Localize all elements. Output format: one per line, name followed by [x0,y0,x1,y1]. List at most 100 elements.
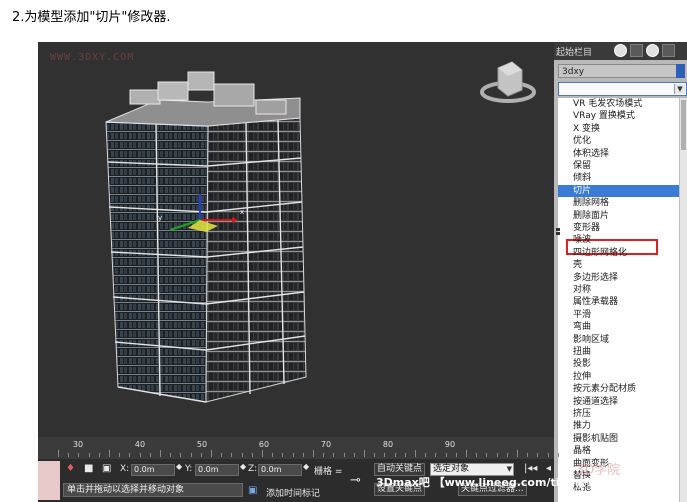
spinner-icon[interactable]: ◆ [303,462,309,471]
object-name-field[interactable]: 3dxy [558,64,680,78]
selected-object-value: 选定对象 [433,464,470,474]
timeline-tick-label: 60 [258,440,270,449]
modify-tab-icon[interactable] [614,44,627,57]
modifier-list-item[interactable]: 弯曲 [558,321,679,333]
roof-block-1 [129,89,161,105]
timeline-tick [394,453,396,457]
timeline-tick [272,453,274,457]
modifier-list-item[interactable]: 拉伸 [558,371,679,383]
timeline-tick [547,453,549,457]
modifier-list-item[interactable]: 属性承载器 [558,296,679,308]
grid-label: 栅格 = [314,467,343,477]
lock-icon[interactable]: ■ [84,463,93,474]
timeline-tick [98,453,100,457]
chevron-down-icon[interactable]: ▼ [674,84,685,94]
hierarchy-tab-icon[interactable] [630,44,643,57]
modlist-scroll-thumb[interactable] [681,100,686,150]
timeline-tick [292,453,294,457]
spinner-icon[interactable]: ◆ [240,462,246,471]
timeline-tick [466,450,467,457]
timeline-tick [333,453,335,457]
modifier-list-item[interactable]: 晶格 [558,445,679,457]
z-coord-field[interactable]: 0.0m [258,464,302,476]
modifier-list-item[interactable]: 四边形网格化 [558,247,679,259]
spinner-icon[interactable]: ◆ [176,462,182,471]
add-time-tag-button[interactable]: 添加时间标记 [266,486,320,499]
x-coord-label: X: [120,464,130,474]
motion-tab-icon[interactable] [646,44,659,57]
modifier-list-item[interactable]: 对称 [558,284,679,296]
modifier-list-item[interactable]: 切片 [558,184,679,197]
site-watermark: 3D学院 [576,463,621,478]
modifier-list-item[interactable]: 按元素分配材质 [558,383,679,395]
viewport[interactable]: WWW.3DXY.COM x y [38,42,554,437]
lightbulb-icon[interactable]: ♦ [66,463,75,474]
modifier-list-item[interactable]: VRay 置换模式 [558,110,679,122]
timeline-tick [231,453,233,457]
maxscript-listener[interactable] [38,461,60,500]
timeline-tick-label: 90 [444,440,456,449]
timeline-tick [323,453,325,457]
modifier-list-item[interactable]: 按通道选择 [558,396,679,408]
modifier-list-item[interactable]: 噪波 [558,234,679,246]
timeline-tick [506,453,508,457]
timeline-tick [435,453,437,457]
timeline-tick [58,450,59,457]
x-coord-field[interactable]: 0.0m [131,464,175,476]
timeline-tick [527,453,529,457]
gizmo-y-label: y [158,214,162,222]
modifier-list-item[interactable]: 平滑 [558,309,679,321]
timeline-tick [353,453,355,457]
timeline-ruler[interactable]: 30 40 50 60 70 80 90 [38,437,559,459]
y-coord-field[interactable]: 0.0m [195,464,239,476]
modifier-list-item[interactable]: 扭曲 [558,346,679,358]
timeline-tick-label: 70 [320,440,332,449]
modifier-list-item[interactable]: 倾斜 [558,172,679,184]
modifier-list-dropdown[interactable]: ▼ [558,82,687,96]
building-model[interactable]: x y [38,42,554,437]
goto-start-icon[interactable]: |◂◂ [524,463,537,474]
timeline-tick [415,450,416,457]
modifier-list-item[interactable]: 删除面片 [558,210,679,222]
object-color-swatch[interactable] [676,64,685,78]
timeline-tick [221,453,223,457]
modifier-list-item[interactable]: 壳 [558,259,679,271]
timeline-tick [139,453,141,457]
timeline-tick [476,453,478,457]
modifier-list-item[interactable]: 摄影机贴图 [558,433,679,445]
command-panel: 起始栏目 3dxy ▼ VR 毛发农场模式 VRay 置换模式 X 变换 优化 体积选择… [554,42,687,502]
timeline-tick [445,453,447,457]
modifier-list-item[interactable]: 变形器 [558,222,679,234]
modifier-list-item[interactable]: 影响区域 [558,334,679,346]
timeline-tick-label: 40 [134,440,146,449]
modifier-list-item[interactable]: X 变换 [558,123,679,135]
timeline-tick [486,453,488,457]
building-right-facade [205,117,307,403]
modlist-scrollbar[interactable] [679,98,687,502]
modifier-list-item[interactable]: 优化 [558,135,679,147]
modifier-list-item[interactable]: 删除网格 [558,197,679,209]
timeline-tick [364,450,365,457]
modifier-list-item[interactable]: VR 毛发农场模式 [558,98,679,110]
timeline-tick [170,453,172,457]
panel-side-marker [556,228,560,231]
modifier-list-item[interactable]: 多边形选择 [558,272,679,284]
viewcube-icon[interactable] [480,61,536,103]
modifier-list-item[interactable]: 挤压 [558,408,679,420]
y-coord-label: Y: [185,464,193,474]
key-icon[interactable]: ⊸ [350,473,361,488]
timeline-tick [119,453,121,457]
roof-block-4 [157,81,189,101]
display-tab-icon[interactable] [662,44,675,57]
prev-frame-icon[interactable]: ◂ [546,463,551,474]
timeline-tick [496,453,498,457]
time-tag-icon[interactable]: ▣ [248,485,257,496]
modifier-list-item[interactable]: 推力 [558,420,679,432]
absolute-mode-icon[interactable]: ▣ [102,463,111,474]
caption: 2.为模型添加"切片"修改器. [12,10,171,25]
timeline-tick [313,450,314,457]
modifier-list-item[interactable]: 保留 [558,160,679,172]
timeline-tick [251,453,253,457]
modifier-list-item[interactable]: 投影 [558,358,679,370]
modifier-list-item[interactable]: 体积选择 [558,148,679,160]
